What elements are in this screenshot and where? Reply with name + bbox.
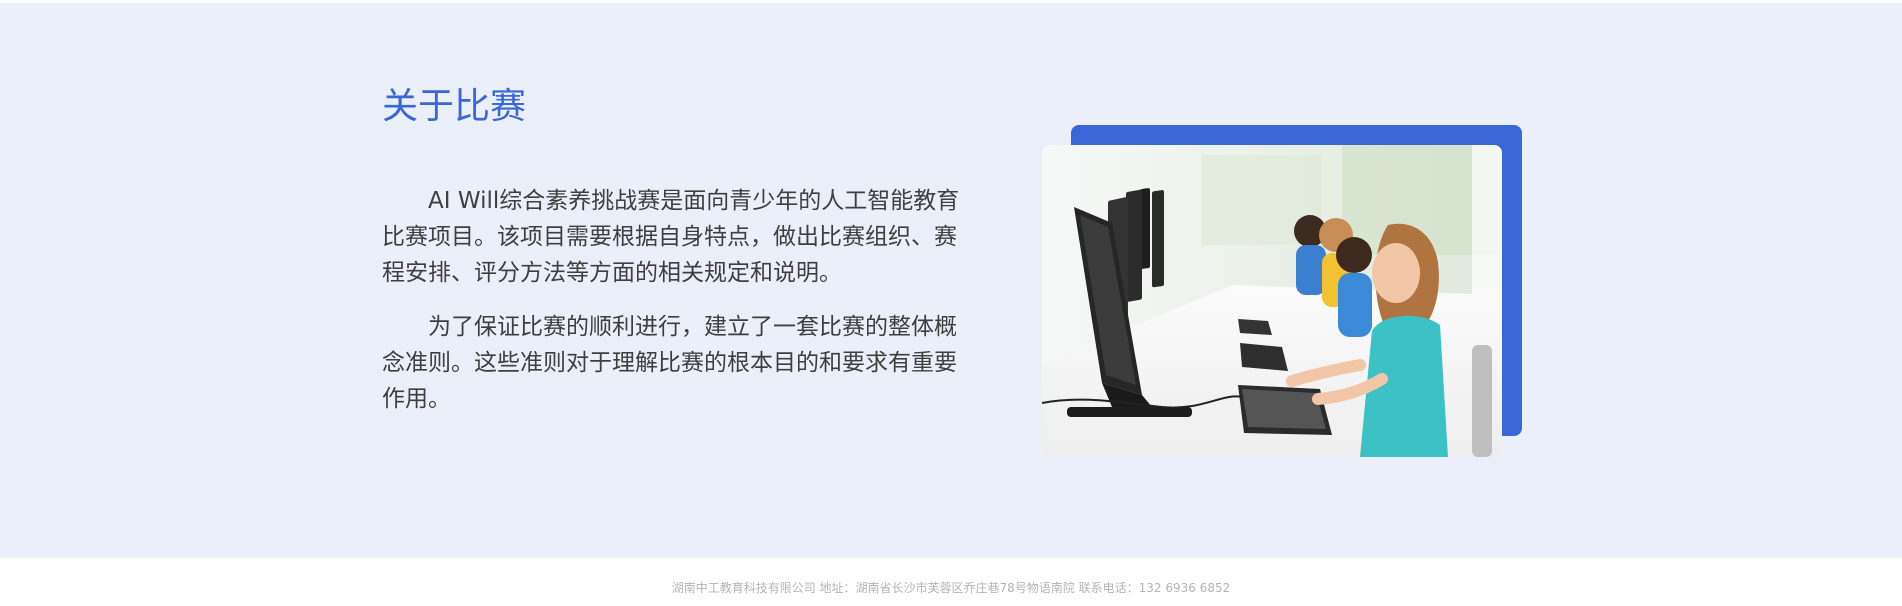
about-paragraph-1: AI Will综合素养挑战赛是面向青少年的人工智能教育比赛项目。该项目需要根据自… <box>382 188 960 286</box>
about-title: 关于比赛 <box>382 86 527 127</box>
footer-company-info: 湖南中工教育科技有限公司 地址：湖南省长沙市芙蓉区乔庄巷78号物语南院 联系电话… <box>671 581 1231 595</box>
about-section: 关于比赛 AI Will综合素养挑战赛是面向青少年的人工智能教育比赛项目。该项目… <box>0 3 1902 558</box>
children-at-computers-illustration <box>1042 145 1502 457</box>
about-description: AI Will综合素养挑战赛是面向青少年的人工智能教育比赛项目。该项目需要根据自… <box>382 183 964 435</box>
page-footer: 湖南中工教育科技有限公司 地址：湖南省长沙市芙蓉区乔庄巷78号物语南院 联系电话… <box>0 558 1902 606</box>
about-paragraph-2: 为了保证比赛的顺利进行，建立了一套比赛的整体概念准则。这些准则对于理解比赛的根本… <box>382 314 957 412</box>
competition-photo <box>1042 145 1502 457</box>
